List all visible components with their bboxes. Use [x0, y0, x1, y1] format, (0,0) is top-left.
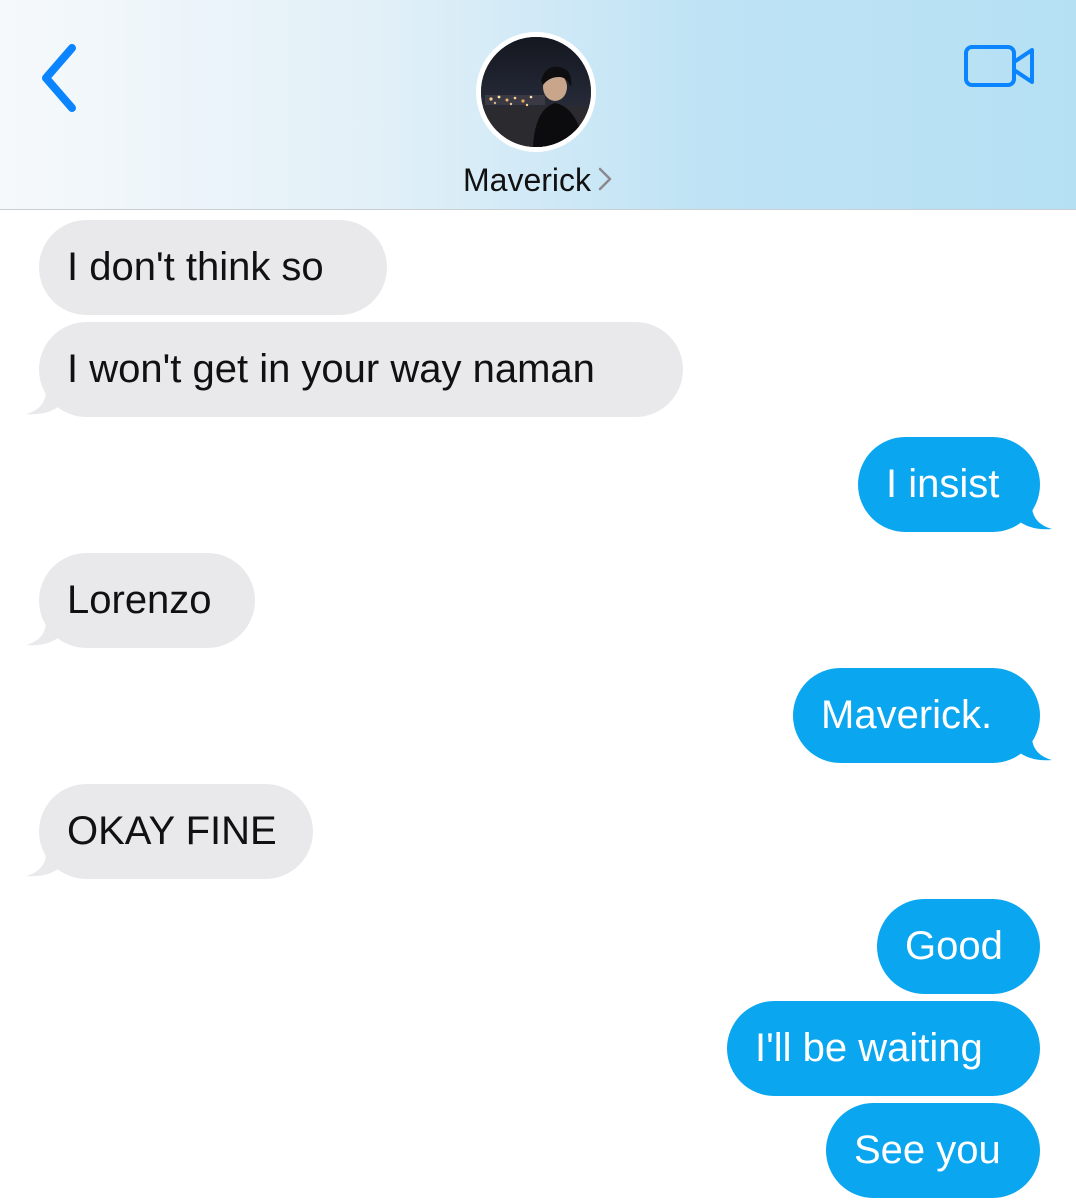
message-text: I insist — [886, 462, 1000, 506]
message-bubble-incoming[interactable]: Lorenzo — [39, 553, 255, 648]
message-bubble-outgoing[interactable]: See you — [826, 1103, 1040, 1198]
chevron-left-icon — [42, 44, 76, 112]
bubble-tail-incoming — [26, 617, 62, 646]
message-text: Maverick. — [821, 693, 993, 737]
message-bubble-incoming[interactable]: I don't think so — [39, 220, 387, 315]
conversation-header: Maverick — [0, 0, 1076, 210]
bubble-tail-outgoing — [1016, 501, 1052, 530]
message-text: I won't get in your way naman — [67, 347, 595, 391]
contact-name-button[interactable]: Maverick — [0, 158, 1076, 203]
contact-avatar[interactable] — [476, 32, 596, 152]
bubble-tail-outgoing — [1016, 732, 1052, 761]
message-text: See you — [854, 1128, 1001, 1172]
messages-screen: Maverick I don't think so I won't get in… — [0, 0, 1076, 1200]
message-bubble-incoming[interactable]: I won't get in your way naman — [39, 322, 683, 417]
back-button[interactable] — [30, 36, 94, 116]
message-text: I'll be waiting — [755, 1026, 983, 1070]
message-text: Lorenzo — [67, 578, 212, 622]
message-bubble-outgoing[interactable]: Good — [877, 899, 1040, 994]
avatar-photo — [481, 37, 591, 147]
message-text: I don't think so — [67, 245, 324, 289]
message-bubble-outgoing[interactable]: I'll be waiting — [727, 1001, 1040, 1096]
message-text: Good — [905, 924, 1003, 968]
contact-name: Maverick — [462, 162, 591, 198]
message-bubble-outgoing[interactable]: Maverick. — [793, 668, 1040, 763]
facetime-video-button[interactable] — [962, 40, 1038, 92]
message-bubble-incoming[interactable]: OKAY FINE — [39, 784, 313, 879]
bubble-tail-incoming — [26, 848, 62, 877]
chevron-right-icon — [598, 167, 612, 190]
bubble-tail-incoming — [26, 386, 62, 415]
message-text: OKAY FINE — [67, 809, 277, 853]
video-camera-icon — [964, 45, 1034, 87]
